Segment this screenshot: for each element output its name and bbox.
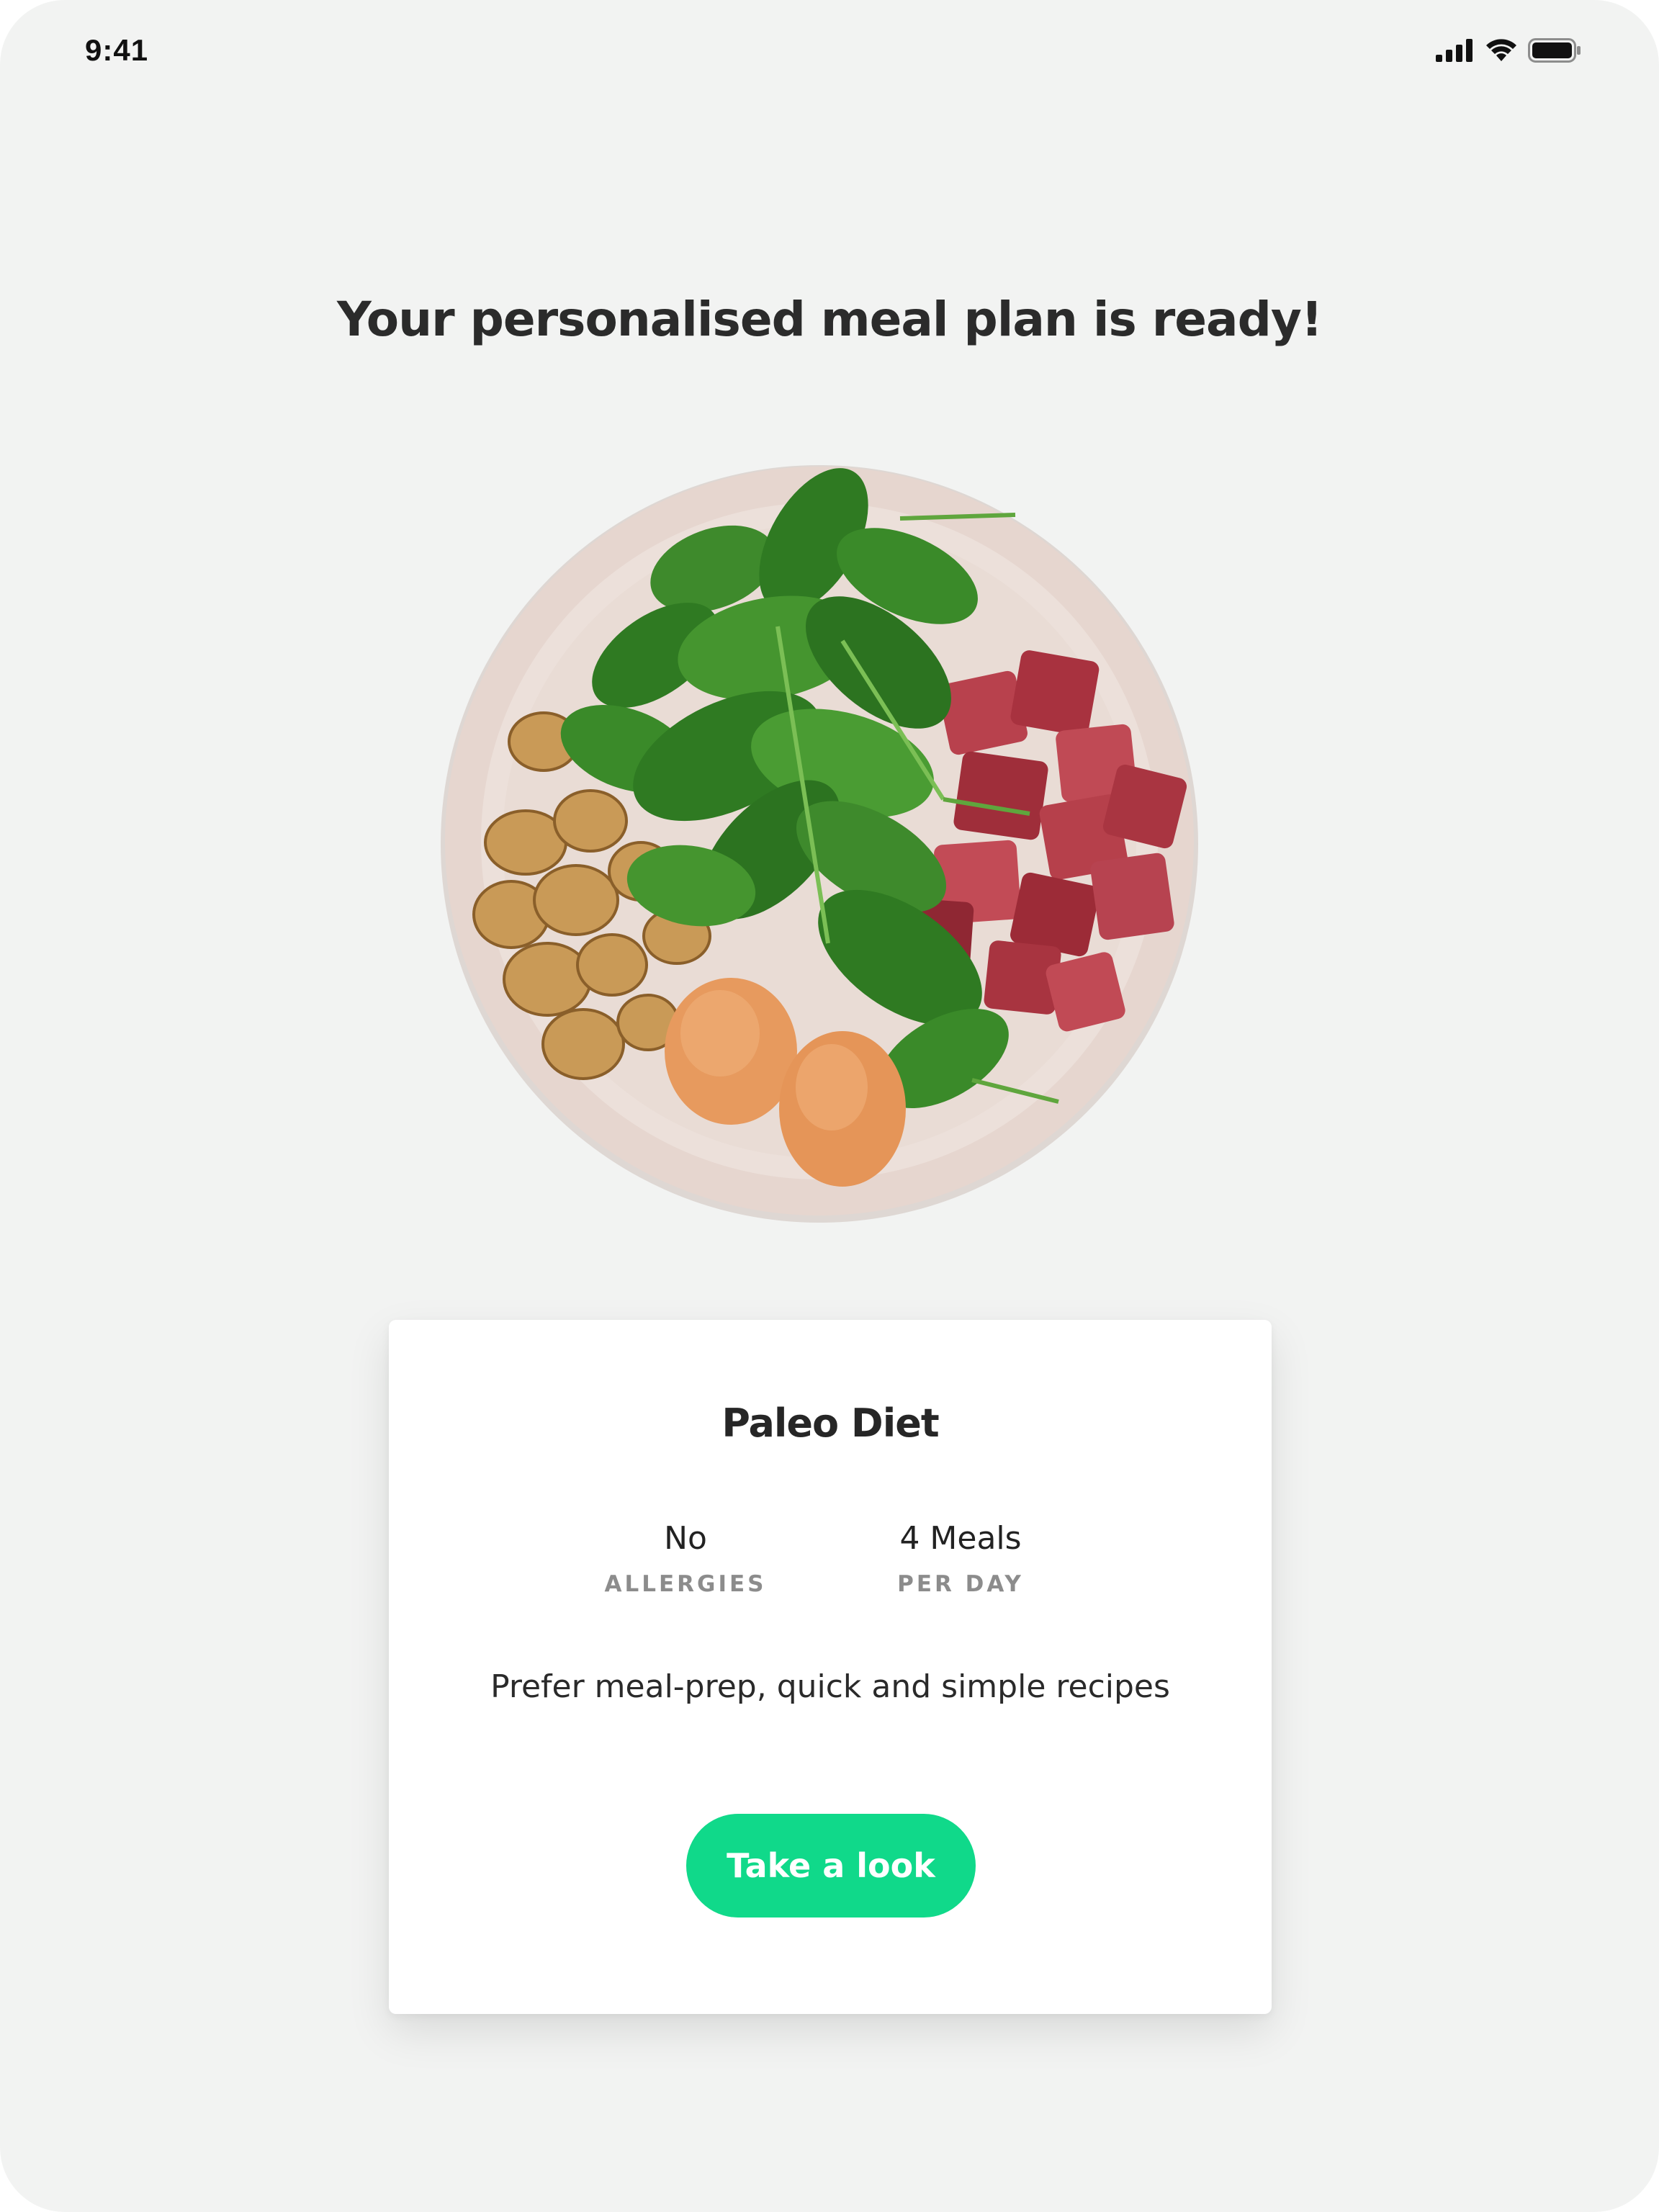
stat-value: 4 Meals bbox=[899, 1520, 1022, 1557]
meal-plan-card: Paleo Diet No ALLERGIES 4 Meals PER DAY … bbox=[389, 1320, 1272, 2014]
status-icons bbox=[1436, 36, 1581, 65]
stat-value: No bbox=[664, 1520, 707, 1557]
preferences-text: Prefer meal-prep, quick and simple recip… bbox=[490, 1668, 1170, 1705]
stat-label: PER DAY bbox=[897, 1570, 1024, 1597]
wifi-icon bbox=[1486, 39, 1516, 61]
stat-label: ALLERGIES bbox=[604, 1570, 767, 1597]
meal-plate-image bbox=[439, 439, 1217, 1246]
stat-allergies: No ALLERGIES bbox=[556, 1520, 815, 1597]
plan-name: Paleo Diet bbox=[721, 1401, 939, 1446]
app-screen: 9:41 Your personalised meal plan is read… bbox=[0, 0, 1659, 2212]
status-time: 9:41 bbox=[85, 33, 149, 67]
signal-bars-icon bbox=[1436, 39, 1473, 62]
battery-icon bbox=[1528, 38, 1581, 63]
page-title: Your personalised meal plan is ready! bbox=[337, 292, 1323, 347]
take-a-look-button[interactable]: Take a look bbox=[686, 1814, 976, 1917]
status-bar: 9:41 bbox=[0, 0, 1659, 108]
stat-meals-per-day: 4 Meals PER DAY bbox=[831, 1520, 1090, 1597]
